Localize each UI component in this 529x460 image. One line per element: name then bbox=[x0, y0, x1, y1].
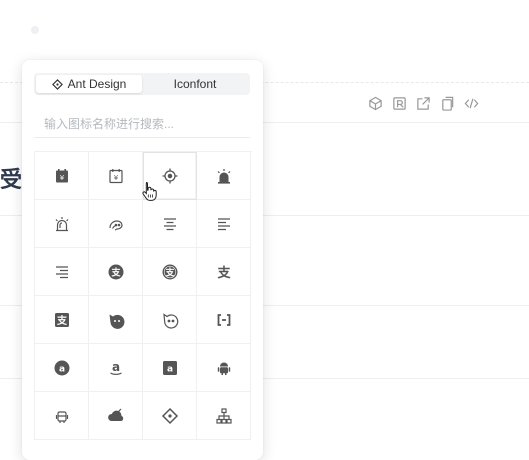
amazon-square-icon: a bbox=[162, 360, 177, 375]
codepen-icon[interactable] bbox=[390, 94, 408, 112]
icon-cell[interactable]: ¥ bbox=[35, 152, 89, 200]
android-icon bbox=[217, 362, 230, 375]
icon-picker-popover: Ant Design Iconfont ¥ ¥ bbox=[22, 60, 263, 460]
align-right-icon bbox=[55, 265, 68, 278]
aim-icon bbox=[162, 168, 177, 183]
alipay-circle-icon: 支 bbox=[108, 264, 123, 279]
icon-cell[interactable] bbox=[197, 152, 251, 200]
icon-cell[interactable]: 支 bbox=[143, 248, 197, 296]
icon-cell[interactable] bbox=[35, 392, 89, 440]
svg-text:a: a bbox=[58, 364, 64, 374]
icon-search-input[interactable] bbox=[34, 110, 250, 138]
aliyun-icon bbox=[217, 313, 230, 326]
tab-ant-design[interactable]: Ant Design bbox=[36, 75, 142, 93]
icon-cell[interactable]: ¥ bbox=[89, 152, 143, 200]
amazon-circle-icon: a bbox=[54, 360, 69, 375]
icon-cell[interactable] bbox=[143, 392, 197, 440]
icon-cell[interactable] bbox=[89, 200, 143, 248]
icon-cell[interactable]: a bbox=[35, 344, 89, 392]
android-outlined-icon bbox=[55, 410, 68, 423]
alert-outlined-icon bbox=[55, 216, 68, 231]
tab-label: Ant Design bbox=[67, 77, 127, 91]
account-book-icon: ¥ bbox=[55, 168, 68, 182]
svg-text:¥: ¥ bbox=[59, 174, 64, 182]
background-dot bbox=[31, 26, 39, 34]
icon-cell[interactable]: 支 bbox=[89, 248, 143, 296]
aliwangwang-outlined-icon bbox=[162, 312, 178, 329]
icon-cell[interactable] bbox=[197, 392, 251, 440]
icon-cell[interactable] bbox=[143, 296, 197, 344]
svg-text:¥: ¥ bbox=[113, 174, 118, 182]
icon-cell[interactable] bbox=[143, 200, 197, 248]
code-icon[interactable] bbox=[462, 94, 480, 112]
icon-cell[interactable]: a bbox=[143, 344, 197, 392]
ant-design-icon bbox=[161, 407, 178, 424]
icon-cell[interactable] bbox=[197, 296, 251, 344]
tab-iconfont[interactable]: Iconfont bbox=[142, 75, 248, 93]
codesandbox-icon[interactable] bbox=[366, 94, 384, 112]
icon-source-tabs: Ant Design Iconfont bbox=[34, 73, 250, 95]
align-center-icon bbox=[163, 217, 176, 230]
svg-text:支: 支 bbox=[110, 266, 121, 278]
icon-cell[interactable] bbox=[197, 344, 251, 392]
account-book-outlined-icon: ¥ bbox=[108, 168, 123, 183]
icon-cell[interactable] bbox=[35, 248, 89, 296]
demo-toolbar bbox=[366, 94, 480, 112]
svg-text:支: 支 bbox=[56, 314, 68, 327]
icon-cell[interactable]: a bbox=[89, 344, 143, 392]
aliwangwang-icon bbox=[108, 219, 123, 231]
svg-text:支: 支 bbox=[164, 266, 175, 278]
icon-cell[interactable]: 支 bbox=[197, 248, 251, 296]
icon-cell[interactable] bbox=[35, 200, 89, 248]
partial-heading: 受 bbox=[0, 168, 23, 193]
ant-cloud-icon bbox=[107, 408, 123, 421]
tab-label: Iconfont bbox=[173, 77, 217, 91]
icon-cell[interactable] bbox=[89, 392, 143, 440]
svg-text:支: 支 bbox=[216, 265, 231, 281]
icon-cell[interactable] bbox=[89, 296, 143, 344]
external-link-icon[interactable] bbox=[414, 94, 432, 112]
ant-design-icon bbox=[51, 78, 63, 90]
alipay-circle-outlined-icon: 支 bbox=[162, 264, 177, 279]
aliwangwang-filled-icon bbox=[109, 314, 124, 329]
amazon-icon: a bbox=[109, 360, 122, 375]
alipay-icon: 支 bbox=[216, 265, 231, 281]
svg-text:a: a bbox=[111, 360, 119, 374]
icon-cell[interactable] bbox=[143, 152, 197, 200]
alert-icon bbox=[217, 168, 230, 184]
copy-icon[interactable] bbox=[438, 94, 456, 112]
icon-cell[interactable] bbox=[197, 200, 251, 248]
icon-cell[interactable]: 支 bbox=[35, 296, 89, 344]
alipay-square-icon: 支 bbox=[54, 312, 69, 327]
apartment-icon bbox=[215, 407, 232, 424]
align-left-icon bbox=[217, 217, 230, 230]
icon-grid: ¥ ¥ 支 支 支 支 a a a bbox=[34, 151, 252, 440]
svg-text:a: a bbox=[166, 364, 172, 374]
